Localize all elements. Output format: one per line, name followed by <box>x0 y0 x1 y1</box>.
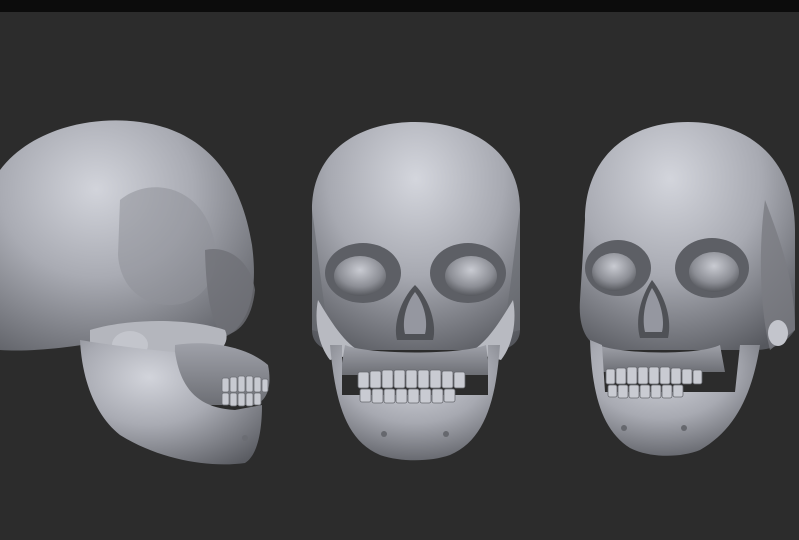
sculpt-viewport[interactable] <box>0 0 799 540</box>
skull-renders <box>0 120 795 465</box>
skull-front-view <box>312 122 520 461</box>
skull-three-quarter-view <box>579 122 795 456</box>
skull-side-view <box>0 120 270 465</box>
